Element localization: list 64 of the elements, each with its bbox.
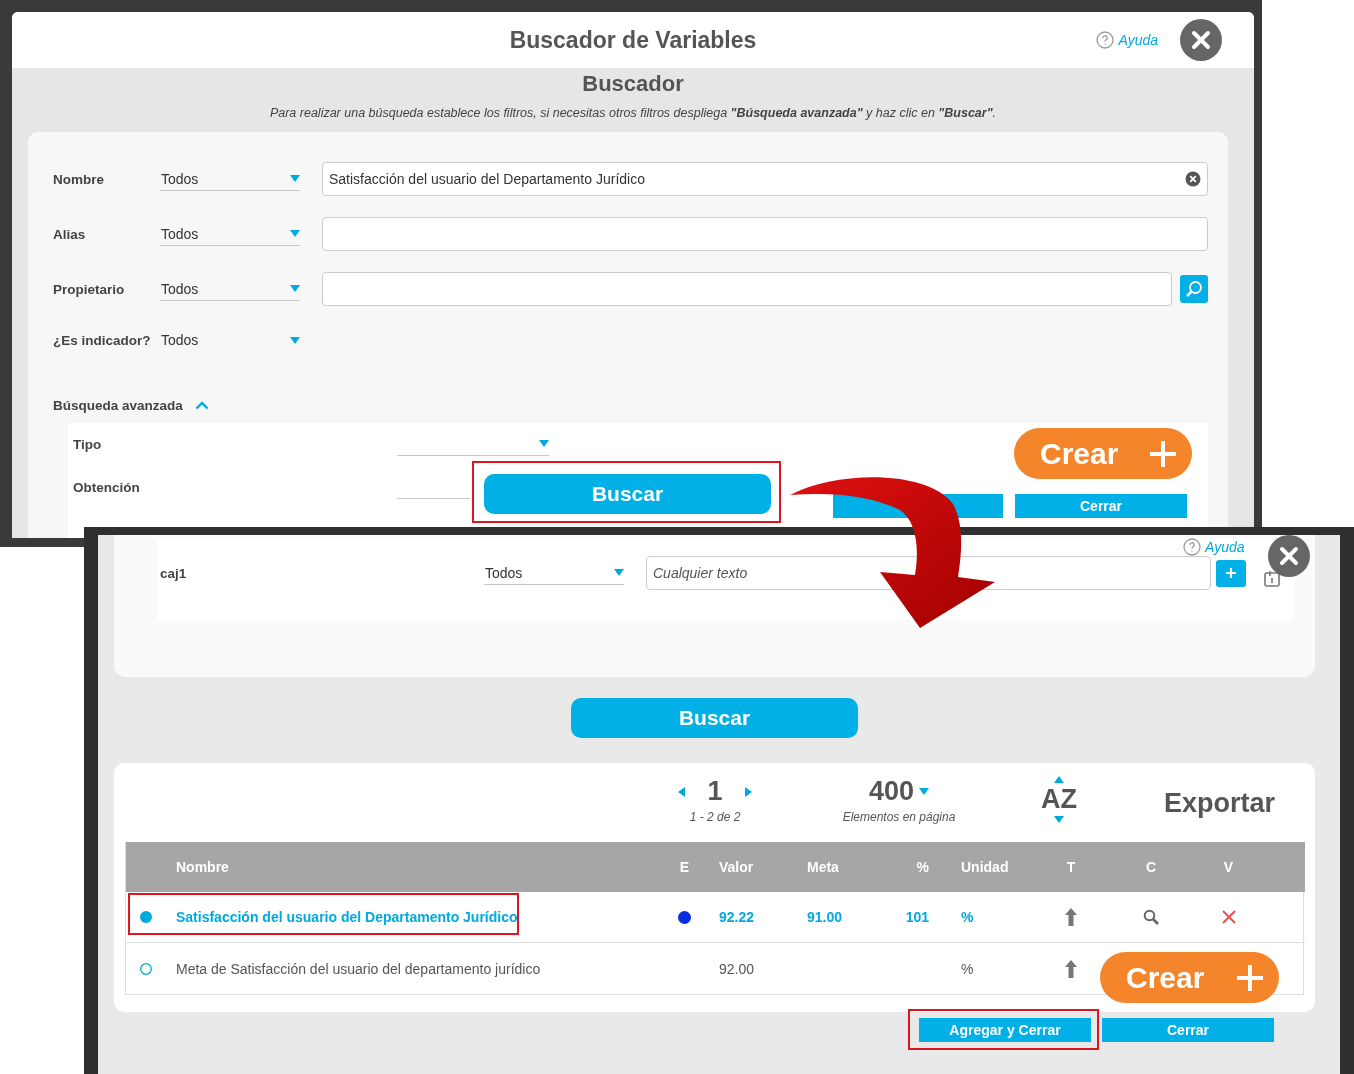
caret-down-icon (539, 440, 549, 447)
field-label: ¿Es indicador? (53, 332, 152, 348)
table-cell-text: % (960, 959, 975, 979)
arrow-up-icon (1065, 908, 1077, 926)
table-cell: 91.00 (791, 892, 881, 943)
caret-down-icon (919, 788, 930, 795)
sort-button[interactable]: AZ (1029, 776, 1089, 823)
plus-icon (1226, 568, 1236, 578)
close-icon (1191, 30, 1211, 50)
dropdown[interactable]: Todos (160, 222, 300, 246)
caret-down-icon (290, 336, 300, 344)
field-label: Alias (53, 226, 87, 242)
arrow-up-icon (1065, 959, 1077, 978)
page-size-label: Elementos en página (842, 810, 956, 824)
document-icon[interactable] (1264, 569, 1280, 587)
text-field[interactable] (322, 217, 1208, 251)
export-button[interactable]: Exportar (1164, 788, 1276, 819)
page-number: 1 (707, 776, 723, 807)
caret-right-icon[interactable] (744, 786, 752, 797)
page-range: 1 - 2 de 2 (689, 810, 741, 824)
section-heading: Buscador (581, 71, 685, 97)
close-icon (1279, 546, 1299, 566)
add-button[interactable] (1216, 559, 1246, 587)
help-icon (1096, 31, 1115, 49)
dropdown[interactable]: Todos (160, 277, 300, 301)
dropdown[interactable]: Todos (484, 561, 624, 585)
chevron-icon[interactable] (194, 401, 209, 410)
caret-down-icon (1054, 816, 1064, 823)
caret-up-icon (1054, 776, 1064, 783)
search-icon (1185, 280, 1203, 298)
search-icon[interactable] (1143, 909, 1159, 925)
table-cell: % (936, 892, 1031, 943)
caret-down-icon (290, 285, 300, 292)
dropdown[interactable]: Todos (160, 167, 300, 191)
field-label: caj1 (160, 565, 188, 581)
section-label: Búsqueda avanzada (53, 398, 183, 413)
field-label: Obtención (73, 479, 141, 495)
radio-button[interactable] (140, 911, 152, 923)
text-field[interactable]: Satisfacción del usuario del Departamento Jurídico (322, 162, 1208, 196)
text-field[interactable] (322, 272, 1172, 306)
table-cell: 92.22 (696, 892, 791, 943)
dropdown[interactable]: Todos (160, 328, 300, 352)
field-label: Nombre (53, 171, 105, 187)
plus-icon (1148, 438, 1178, 469)
search-button[interactable] (1180, 275, 1208, 303)
window-title: Buscador de Variables (509, 26, 757, 54)
clear-icon (1185, 171, 1201, 187)
instructions-text: Para realizar una búsqueda establece los filtros, si necesitas otros filtros despliega "Búsqueda avanzada" y haz clic en "Buscar". (268, 106, 998, 120)
page-size-dropdown[interactable]: 400 (868, 776, 930, 807)
table-cell-text: 92.00 (718, 959, 756, 979)
caret-down-icon (290, 230, 300, 237)
radio-button[interactable] (140, 962, 152, 975)
table-cell: 101 (881, 892, 936, 943)
field-label: Tipo (73, 436, 103, 452)
delete-icon[interactable] (1221, 910, 1236, 924)
caret-down-icon (614, 569, 624, 576)
field-label: Propietario (53, 281, 126, 297)
table-cell-text: Meta de Satisfacción del usuario del departamento jurídico (175, 959, 542, 979)
help-icon (1183, 538, 1201, 556)
caret-left-icon[interactable] (678, 786, 686, 797)
table-cell: Satisfacción del usuario del Departamento Jurídico (166, 892, 673, 943)
plus-icon (1235, 962, 1265, 993)
caret-down-icon (290, 175, 300, 182)
close-button[interactable] (1180, 19, 1222, 61)
